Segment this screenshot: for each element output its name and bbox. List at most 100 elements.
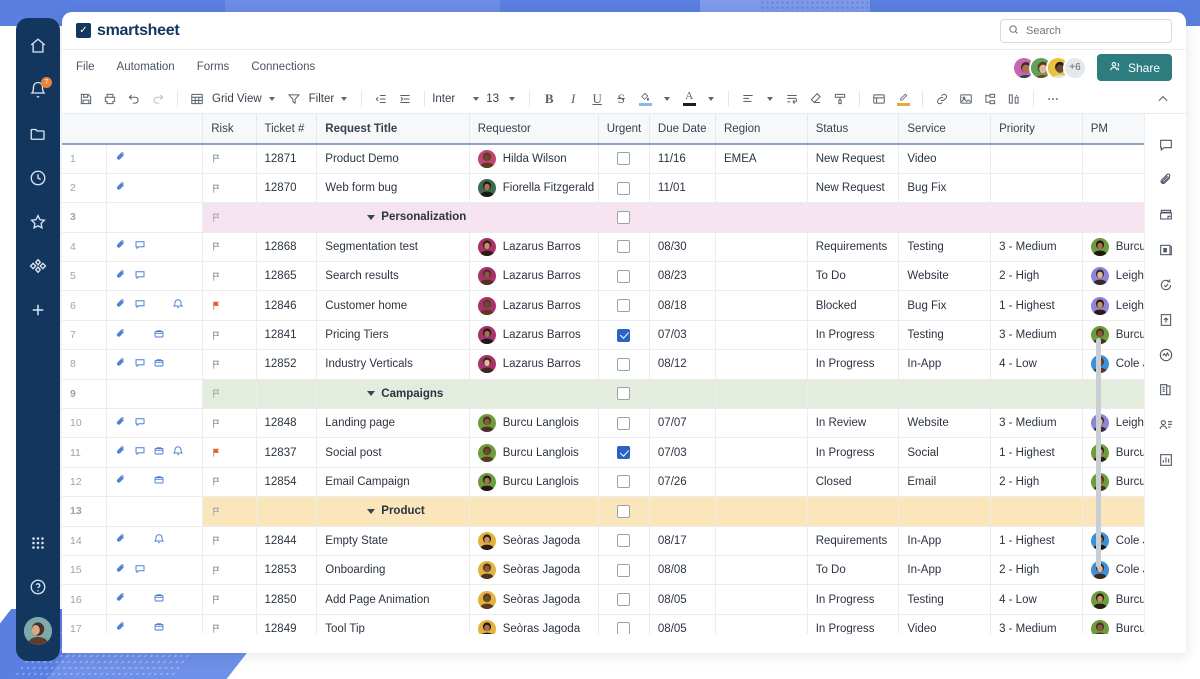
- card-view-icon[interactable]: [867, 88, 891, 110]
- cell-service[interactable]: Website: [898, 408, 992, 439]
- table-row[interactable]: 5 12865 Search results Lazarus Barros 08/23 T…: [62, 261, 1144, 292]
- cell-request-title[interactable]: Campaigns: [316, 379, 470, 410]
- grid-icon[interactable]: [185, 88, 209, 110]
- cell-due-date[interactable]: [649, 496, 717, 527]
- cell-service[interactable]: Testing: [898, 232, 992, 263]
- cell-priority[interactable]: 1 - Highest: [990, 526, 1083, 556]
- undo-icon[interactable]: [122, 88, 146, 110]
- cell-pm[interactable]: [1082, 379, 1144, 410]
- cell-risk[interactable]: [202, 496, 257, 527]
- cell-ticket[interactable]: 12837: [256, 437, 318, 468]
- cell-risk[interactable]: [202, 614, 257, 634]
- vertical-scrollbar[interactable]: [1096, 148, 1101, 628]
- urgent-checkbox[interactable]: [617, 593, 631, 607]
- cell-requestor[interactable]: Burcu Langlois: [469, 467, 599, 498]
- cell-ticket[interactable]: 12852: [256, 349, 318, 380]
- cell-pm[interactable]: [1082, 496, 1144, 527]
- table-row[interactable]: 11 12837 Social post Burcu Langlois 07/03 In …: [62, 437, 1144, 468]
- link-icon[interactable]: [930, 88, 954, 110]
- chevron-down-icon[interactable]: [341, 96, 348, 101]
- cell-service[interactable]: Website: [898, 261, 992, 292]
- column-header-req[interactable]: Requestor: [469, 114, 599, 145]
- cell-pm[interactable]: Burcu Langlois: [1082, 232, 1144, 263]
- cell-service[interactable]: Testing: [898, 320, 992, 351]
- row-indicators[interactable]: [106, 614, 204, 634]
- urgent-checkbox[interactable]: [617, 475, 631, 489]
- cell-ticket[interactable]: 12844: [256, 526, 318, 556]
- text-color-icon[interactable]: A: [677, 88, 701, 110]
- cell-urgent[interactable]: [598, 173, 650, 204]
- sidebar-item-home[interactable]: [22, 32, 54, 64]
- cell-due-date[interactable]: 11/16: [649, 144, 717, 174]
- view-selector-label[interactable]: Grid View: [212, 93, 262, 105]
- cell-requestor[interactable]: Lazarus Barros: [469, 232, 599, 263]
- sidebar-item-recents[interactable]: [22, 164, 54, 196]
- urgent-checkbox[interactable]: [617, 210, 631, 224]
- cell-status[interactable]: Closed: [807, 467, 900, 498]
- sheet-grid[interactable]: Risk Ticket # Request Title Requestor Urgent…: [62, 114, 1144, 634]
- outdent-icon[interactable]: [369, 88, 393, 110]
- cell-due-date[interactable]: [649, 379, 717, 410]
- clear-format-icon[interactable]: [804, 88, 828, 110]
- sidebar-item-create[interactable]: [22, 296, 54, 328]
- cell-risk[interactable]: [202, 290, 257, 321]
- row-indicators[interactable]: [106, 232, 204, 263]
- cell-region[interactable]: [715, 584, 808, 615]
- cell-risk[interactable]: [202, 173, 257, 204]
- urgent-checkbox[interactable]: [617, 387, 631, 401]
- cell-due-date[interactable]: 08/05: [649, 584, 717, 615]
- cell-request-title[interactable]: Product: [316, 496, 470, 527]
- more-horizontal-icon[interactable]: [1041, 88, 1065, 110]
- cell-risk[interactable]: [202, 320, 257, 351]
- cell-region[interactable]: [715, 290, 808, 321]
- cell-priority[interactable]: 3 - Medium: [990, 320, 1083, 351]
- cell-request-title[interactable]: Pricing Tiers: [316, 320, 470, 351]
- scrollbar-thumb[interactable]: [1096, 338, 1101, 568]
- cell-urgent[interactable]: [598, 349, 650, 380]
- urgent-checkbox[interactable]: [617, 534, 631, 548]
- cell-requestor[interactable]: [469, 202, 599, 233]
- cell-due-date[interactable]: 11/01: [649, 173, 717, 204]
- cell-requestor[interactable]: Fiorella Fitzgerald: [469, 173, 599, 204]
- cell-due-date[interactable]: 08/18: [649, 290, 717, 321]
- cell-request-title[interactable]: Email Campaign: [316, 467, 470, 498]
- table-row[interactable]: 7 12841 Pricing Tiers Lazarus Barros 07/03 In…: [62, 320, 1144, 351]
- cell-risk[interactable]: [202, 467, 257, 498]
- cell-request-title[interactable]: Search results: [316, 261, 470, 292]
- row-indicators[interactable]: [106, 408, 204, 439]
- attach-indicator-icon[interactable]: [115, 151, 127, 166]
- cell-ticket[interactable]: 12846: [256, 290, 318, 321]
- attach-indicator-icon[interactable]: [115, 269, 127, 284]
- table-row[interactable]: 12 12854 Email Campaign Burcu Langlois 07/26…: [62, 467, 1144, 498]
- cell-requestor[interactable]: Lazarus Barros: [469, 349, 599, 380]
- cell-service[interactable]: Bug Fix: [898, 290, 992, 321]
- cell-priority[interactable]: 1 - Highest: [990, 290, 1083, 321]
- cell-region[interactable]: [715, 349, 808, 380]
- column-header-pm[interactable]: PM: [1082, 114, 1144, 145]
- attach-indicator-icon[interactable]: [115, 328, 127, 343]
- row-indicators[interactable]: [106, 555, 204, 586]
- cell-requestor[interactable]: Hilda Wilson: [469, 144, 599, 174]
- table-row[interactable]: 6 12846 Customer home Lazarus Barros 08/18 Bl…: [62, 290, 1144, 321]
- cell-region[interactable]: [715, 379, 808, 410]
- proof-indicator-icon[interactable]: [153, 357, 165, 372]
- image-icon[interactable]: [954, 88, 978, 110]
- table-row[interactable]: 4 12868 Segmentation test Lazarus Barros 08/…: [62, 232, 1144, 263]
- cell-status[interactable]: To Do: [807, 555, 900, 586]
- cell-urgent[interactable]: [598, 261, 650, 292]
- row-indicators[interactable]: [106, 320, 204, 351]
- cell-urgent[interactable]: [598, 379, 650, 410]
- cell-region[interactable]: [715, 614, 808, 634]
- cell-priority[interactable]: 3 - Medium: [990, 408, 1083, 439]
- cell-urgent[interactable]: [598, 496, 650, 527]
- cell-priority[interactable]: [990, 173, 1083, 204]
- cell-due-date[interactable]: 08/05: [649, 614, 717, 634]
- comment-indicator-icon[interactable]: [134, 269, 146, 284]
- cell-priority[interactable]: 3 - Medium: [990, 232, 1083, 263]
- cell-status[interactable]: To Do: [807, 261, 900, 292]
- cell-due-date[interactable]: [649, 202, 717, 233]
- table-row[interactable]: 16 12850 Add Page Animation Seòras Jagoda 08…: [62, 584, 1144, 615]
- cell-region[interactable]: [715, 408, 808, 439]
- save-icon[interactable]: [74, 88, 98, 110]
- sidebar-item-help[interactable]: [22, 573, 54, 605]
